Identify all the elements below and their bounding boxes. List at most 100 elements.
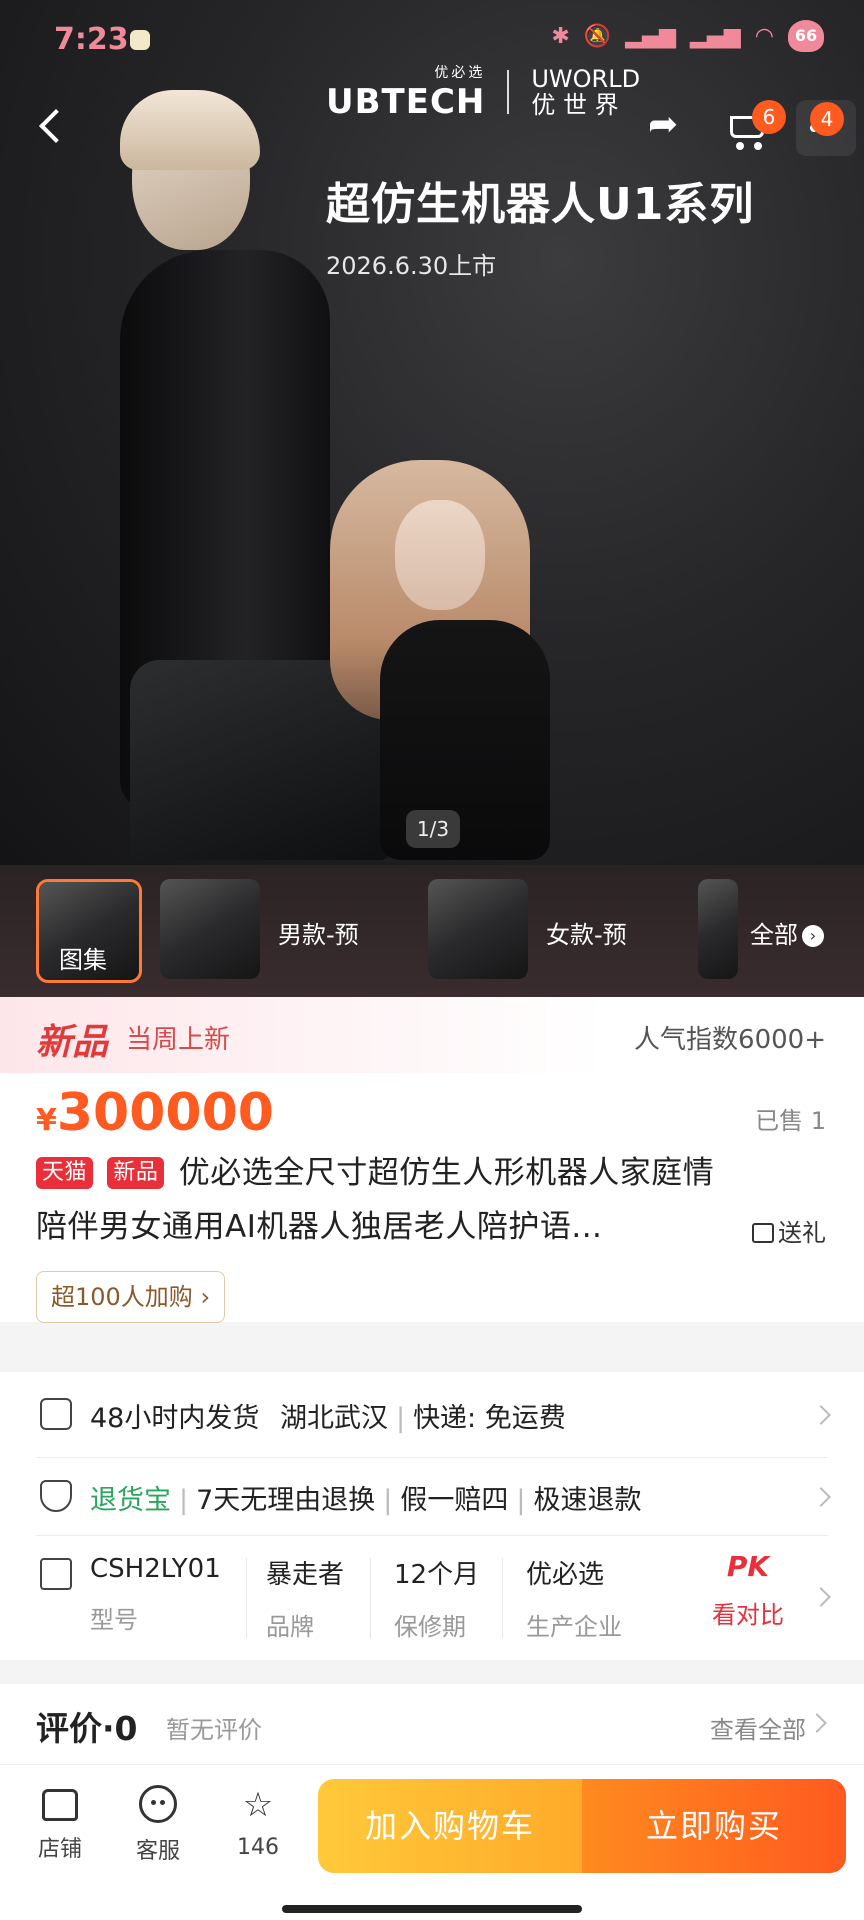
female-robot-face bbox=[395, 500, 485, 610]
add-count-label: 超100人加购 bbox=[51, 1283, 193, 1311]
thumb-label: 全部 bbox=[750, 921, 798, 949]
more-button[interactable]: 4 bbox=[796, 100, 856, 156]
chevron-right-icon bbox=[807, 1713, 827, 1733]
signal-icon: ▂▄▆ bbox=[625, 23, 677, 49]
gift-icon bbox=[752, 1223, 774, 1243]
gift-label: 送礼 bbox=[778, 1219, 826, 1247]
thumb-label: 女款-预 bbox=[546, 921, 627, 949]
shipping-text: 48小时内发货 湖北武汉 | 快递: 免运费 bbox=[90, 1403, 566, 1434]
ubtech-logo: 优必选 UBTECH bbox=[326, 62, 485, 122]
price: ¥300000 bbox=[36, 1083, 274, 1143]
ship-origin: 湖北武汉 bbox=[279, 1403, 388, 1434]
product-page: 7:23 ✱ 🔕 ▂▄▆ ▂▄▆ ◠ 66 优必选 UBTECH UWORLD … bbox=[0, 0, 864, 1920]
thumb-all[interactable]: 全部 › bbox=[698, 879, 864, 983]
cart-button[interactable]: 6 bbox=[724, 100, 786, 152]
new-arrival-strip[interactable]: 新品 当周上新 人气指数6000+ bbox=[0, 997, 864, 1073]
fake-policy: 假一赔四 bbox=[400, 1485, 509, 1516]
shipping-row[interactable]: 48小时内发货 湖北武汉 | 快递: 免运费 bbox=[36, 1372, 831, 1458]
specs-row[interactable]: CSH2LY01 型号 暴走者 品牌 12个月 保修期 优必选 生产企业 PK … bbox=[36, 1536, 831, 1660]
share-icon[interactable]: ➦ bbox=[648, 104, 692, 148]
product-title-text: 优必选全尺寸超仿生人形机器人家庭情 bbox=[178, 1155, 715, 1191]
shield-icon bbox=[40, 1480, 72, 1512]
returns-text: 退货宝 | 7天无理由退换 | 假一赔四 | 极速退款 bbox=[90, 1485, 642, 1516]
express-fee: 快递: 免运费 bbox=[413, 1403, 566, 1434]
spec-value: 12个月 bbox=[394, 1560, 480, 1590]
gallery-page-indicator: 1/3 bbox=[406, 810, 460, 848]
spec-brand: 暴走者 品牌 bbox=[266, 1554, 344, 1642]
cart-wheel bbox=[736, 142, 744, 150]
ubtech-text: UBTECH bbox=[326, 82, 486, 122]
gift-button[interactable]: 送礼 bbox=[752, 1213, 826, 1248]
product-title-line2[interactable]: 陪伴男女通用AI机器人独居老人陪护语... bbox=[36, 1201, 602, 1246]
uworld-cn: 优 世 界 bbox=[531, 91, 619, 119]
product-title-line1[interactable]: 天猫 新品 优必选全尺寸超仿生人形机器人家庭情 bbox=[36, 1147, 714, 1192]
star-icon: ☆ bbox=[242, 1785, 274, 1825]
thumb-all-label: 全部 › bbox=[750, 915, 824, 950]
popularity-index: 人气指数6000+ bbox=[634, 1025, 826, 1055]
spec-key: 品牌 bbox=[266, 1613, 314, 1641]
store-label: 店铺 bbox=[37, 1837, 82, 1862]
favorite-count: 146 bbox=[237, 1835, 279, 1860]
refund-policy: 极速退款 bbox=[533, 1485, 642, 1516]
signal-icon-2: ▂▄▆ bbox=[690, 23, 741, 49]
chevron-right-icon bbox=[811, 1587, 831, 1607]
brand-logo: 优必选 UBTECH UWORLD 优 世 界 bbox=[326, 62, 640, 122]
customer-service-icon bbox=[139, 1785, 177, 1823]
back-icon[interactable] bbox=[32, 108, 68, 144]
return-policy: 7天无理由退换 bbox=[196, 1485, 376, 1516]
spec-divider bbox=[370, 1558, 371, 1638]
home-indicator[interactable] bbox=[282, 1905, 582, 1913]
thumb-male[interactable]: 男款-预 bbox=[160, 879, 400, 983]
hero-title: 超仿生机器人U1系列 bbox=[326, 179, 755, 230]
product-gallery[interactable]: 7:23 ✱ 🔕 ▂▄▆ ▂▄▆ ◠ 66 优必选 UBTECH UWORLD … bbox=[0, 0, 864, 865]
compare-label: 看对比 bbox=[712, 1601, 784, 1629]
spec-value: CSH2LY01 bbox=[90, 1554, 221, 1584]
reviews-title: 评价·0 bbox=[36, 1709, 138, 1748]
service-label: 客服 bbox=[135, 1839, 180, 1864]
tmall-tag: 天猫 bbox=[36, 1157, 94, 1189]
add-count-button[interactable]: 超100人加购 › bbox=[36, 1271, 226, 1323]
wifi-icon: ◠ bbox=[754, 23, 774, 49]
thumb-image bbox=[428, 879, 528, 979]
thumb-gallery[interactable]: 图集 bbox=[36, 879, 142, 983]
thumb-label: 图集 bbox=[59, 946, 107, 974]
spec-model: CSH2LY01 型号 bbox=[90, 1554, 221, 1635]
cart-badge: 6 bbox=[752, 100, 786, 134]
view-all-reviews[interactable]: 查看全部 bbox=[710, 1710, 806, 1745]
thumb-image bbox=[698, 879, 738, 979]
new-tag: 新品 bbox=[107, 1157, 165, 1189]
return-service: 退货宝 bbox=[90, 1485, 171, 1516]
chevron-right-icon bbox=[811, 1405, 831, 1425]
spec-key: 保修期 bbox=[394, 1613, 466, 1641]
spec-value: 暴走者 bbox=[266, 1560, 345, 1590]
battery-icon: 66 bbox=[788, 20, 824, 52]
notification-icon bbox=[130, 30, 150, 50]
service-info-card: 48小时内发货 湖北武汉 | 快递: 免运费 退货宝 | 7天无理由退换 | 假一赔四 | 极速… bbox=[0, 1372, 864, 1660]
returns-row[interactable]: 退货宝 | 7天无理由退换 | 假一赔四 | 极速退款 bbox=[36, 1458, 831, 1536]
compare-button[interactable]: PK 看对比 bbox=[712, 1550, 784, 1630]
favorite-button[interactable]: ☆ 146 bbox=[218, 1785, 298, 1860]
bluetooth-icon: ✱ bbox=[551, 23, 570, 49]
pk-icon: PK bbox=[726, 1550, 770, 1583]
add-to-cart-button[interactable]: 加入购物车 bbox=[318, 1779, 582, 1873]
thumb-female[interactable]: 女款-预 bbox=[428, 879, 668, 983]
price-amount: 300000 bbox=[56, 1083, 274, 1143]
store-button[interactable]: 店铺 bbox=[20, 1785, 100, 1863]
spec-warranty: 12个月 保修期 bbox=[394, 1554, 479, 1642]
cart-wheel bbox=[754, 142, 762, 150]
ubtech-cn: 优必选 bbox=[434, 65, 486, 81]
more-badge: 4 bbox=[810, 102, 844, 136]
status-time: 7:23 bbox=[54, 22, 129, 57]
thumb-label: 男款-预 bbox=[278, 921, 359, 949]
buy-now-button[interactable]: 立即购买 bbox=[582, 1779, 846, 1873]
brand-divider bbox=[507, 70, 510, 114]
mute-icon: 🔕 bbox=[583, 23, 612, 49]
chevron-right-icon bbox=[811, 1487, 831, 1507]
clipboard-icon bbox=[40, 1558, 72, 1590]
male-robot-hair bbox=[120, 90, 260, 170]
spec-manufacturer: 优必选 生产企业 bbox=[526, 1554, 622, 1642]
bottom-action-bar: 店铺 客服 ☆ 146 加入购物车 立即购买 bbox=[0, 1764, 864, 1920]
reviews-section[interactable]: 评价·0 暂无评价 查看全部 bbox=[0, 1684, 864, 1764]
customer-service-button[interactable]: 客服 bbox=[118, 1785, 198, 1865]
new-arrival-logo: 新品 bbox=[36, 1022, 109, 1063]
